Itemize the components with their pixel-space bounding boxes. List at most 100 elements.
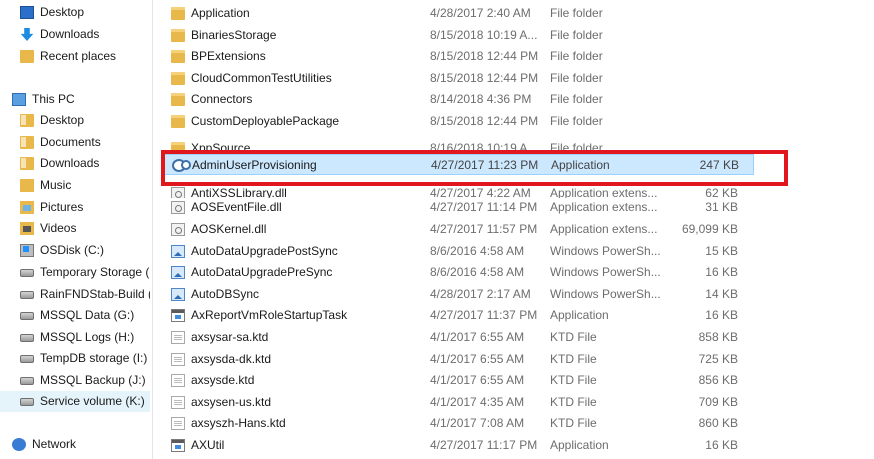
file-size: 62 KB bbox=[705, 186, 738, 198]
file-size: 709 KB bbox=[698, 395, 738, 409]
nav-item-music[interactable]: Music bbox=[0, 175, 150, 196]
nav-item-label: Documents bbox=[40, 135, 101, 149]
application-icon bbox=[171, 439, 185, 452]
file-date-modified: 8/15/2018 10:19 A... bbox=[430, 28, 538, 42]
nav-item-tempdb-storage-i[interactable]: TempDB storage (I:) bbox=[0, 348, 150, 369]
nav-item-videos[interactable]: Videos bbox=[0, 218, 150, 239]
nav-item-rainfndstab-build[interactable]: RainFNDStab-Build ( bbox=[0, 284, 150, 305]
file-row[interactable]: axsysar-sa.ktd 4/1/2017 6:55 AM KTD File 85… bbox=[164, 327, 754, 348]
file-row[interactable]: Connectors 8/14/2018 4:36 PM File folder bbox=[164, 89, 754, 110]
nav-item-this-pc[interactable]: This PC bbox=[0, 89, 150, 110]
file-name: XppSource bbox=[191, 141, 251, 153]
file-size: 14 KB bbox=[705, 287, 738, 301]
nav-item-label: Downloads bbox=[40, 156, 100, 170]
file-name: AOSKernel.dll bbox=[191, 222, 267, 236]
nav-item-label: Pictures bbox=[40, 200, 84, 214]
file-type: Windows PowerSh... bbox=[550, 265, 660, 279]
folder-icon bbox=[171, 72, 185, 85]
powershell-icon bbox=[171, 288, 185, 301]
nav-item-mssql-data-g[interactable]: MSSQL Data (G:) bbox=[0, 305, 150, 326]
file-name: CustomDeployablePackage bbox=[191, 114, 340, 128]
drive-icon bbox=[20, 377, 34, 385]
file-type: File folder bbox=[550, 141, 603, 153]
file-row[interactable]: AntiXSSLibrary.dll 4/27/2017 4:22 AM Appli… bbox=[164, 183, 754, 198]
nav-item-label: MSSQL Backup (J:) bbox=[40, 373, 146, 387]
file-row[interactable]: axsysde.ktd 4/1/2017 6:55 AM KTD File 856 K… bbox=[164, 370, 754, 391]
file-row[interactable]: BPExtensions 8/15/2018 12:44 PM File folde… bbox=[164, 46, 754, 67]
document-icon bbox=[171, 374, 185, 387]
file-date-modified: 8/15/2018 12:44 PM bbox=[430, 114, 539, 128]
folder-icon bbox=[171, 7, 185, 20]
folder-icon bbox=[171, 93, 185, 106]
file-name: axsysen-us.ktd bbox=[191, 395, 272, 409]
this-pc-icon bbox=[12, 93, 26, 106]
file-name: AxReportVmRoleStartupTask bbox=[191, 308, 348, 322]
nav-item-label: Desktop bbox=[40, 5, 85, 19]
nav-item-documents[interactable]: Documents bbox=[0, 132, 150, 153]
file-row[interactable]: AxReportVmRoleStartupTask 4/27/2017 11:37… bbox=[164, 305, 754, 326]
file-name: AXUtil bbox=[191, 438, 225, 452]
nav-item-pictures[interactable]: Pictures bbox=[0, 197, 150, 218]
file-row[interactable]: CustomDeployablePackage 8/15/2018 12:44 P… bbox=[164, 111, 754, 132]
file-row[interactable]: AOSKernel.dll 4/27/2017 11:57 PM Applicati… bbox=[164, 219, 754, 240]
pictures-icon bbox=[20, 201, 34, 214]
file-row[interactable]: XppSource 8/16/2018 10:19 A... File folder bbox=[164, 138, 754, 153]
file-row[interactable]: Application 4/28/2017 2:40 AM File folder bbox=[164, 3, 754, 24]
file-size: 16 KB bbox=[705, 438, 738, 452]
nav-item-label: Downloads bbox=[40, 27, 100, 41]
file-date-modified: 8/15/2018 12:44 PM bbox=[430, 71, 539, 85]
file-type: File folder bbox=[550, 28, 603, 42]
file-row[interactable]: axsysen-us.ktd 4/1/2017 4:35 AM KTD File 70… bbox=[164, 392, 754, 413]
file-row[interactable]: axsyszh-Hans.ktd 4/1/2017 7:08 AM KTD File… bbox=[164, 413, 754, 434]
nav-item-label: This PC bbox=[32, 92, 75, 106]
nav-item-mssql-backup-j[interactable]: MSSQL Backup (J:) bbox=[0, 370, 150, 391]
nav-item-downloads[interactable]: Downloads bbox=[0, 153, 150, 174]
drive-icon bbox=[20, 334, 34, 342]
file-name: axsyszh-Hans.ktd bbox=[191, 416, 286, 430]
nav-item-network[interactable]: Network bbox=[0, 434, 150, 455]
nav-item-label: MSSQL Logs (H:) bbox=[40, 330, 135, 344]
file-name: AutoDBSync bbox=[191, 287, 260, 301]
drive-icon bbox=[20, 291, 34, 299]
nav-item-desktop[interactable]: Desktop bbox=[0, 2, 150, 23]
nav-item-desktop[interactable]: Desktop bbox=[0, 110, 150, 131]
network-icon bbox=[12, 438, 26, 451]
file-date-modified: 4/27/2017 4:22 AM bbox=[430, 186, 531, 198]
nav-item-label: Videos bbox=[40, 221, 77, 235]
nav-item-recent-places[interactable]: Recent places bbox=[0, 46, 150, 67]
file-row[interactable]: AutoDBSync 4/28/2017 2:17 AM Windows Power… bbox=[164, 284, 754, 305]
file-row[interactable]: AXUtil 4/27/2017 11:17 PM Application 16 KB bbox=[164, 435, 754, 456]
file-row[interactable]: AOSEventFile.dll 4/27/2017 11:14 PM Applic… bbox=[164, 197, 754, 218]
file-type: Application extens... bbox=[550, 200, 658, 214]
nav-item-downloads[interactable]: Downloads bbox=[0, 24, 150, 45]
file-date-modified: 4/27/2017 11:17 PM bbox=[430, 438, 538, 452]
nav-item-temporary-storage[interactable]: Temporary Storage ( bbox=[0, 262, 150, 283]
file-row[interactable]: BinariesStorage 8/15/2018 10:19 A... File … bbox=[164, 25, 754, 46]
file-type: Application extens... bbox=[550, 222, 658, 236]
file-row[interactable]: axsysda-dk.ktd 4/1/2017 6:55 AM KTD File 72… bbox=[164, 349, 754, 370]
file-type: Windows PowerSh... bbox=[550, 287, 660, 301]
downloads-folder-icon bbox=[20, 157, 34, 170]
file-row[interactable]: AdminUserProvisioning 4/27/2017 11:23 PM A… bbox=[164, 154, 754, 175]
file-name: BinariesStorage bbox=[191, 28, 277, 42]
nav-item-mssql-logs-h[interactable]: MSSQL Logs (H:) bbox=[0, 327, 150, 348]
file-size: 16 KB bbox=[705, 308, 738, 322]
file-type: Application bbox=[551, 158, 610, 172]
file-date-modified: 4/1/2017 6:55 AM bbox=[430, 330, 525, 344]
file-name: axsysar-sa.ktd bbox=[191, 330, 269, 344]
file-date-modified: 8/6/2016 4:58 AM bbox=[430, 244, 525, 258]
file-date-modified: 4/27/2017 11:14 PM bbox=[430, 200, 538, 214]
file-row[interactable]: AutoDataUpgradePreSync 8/6/2016 4:58 AM Wi… bbox=[164, 262, 754, 283]
file-type: KTD File bbox=[550, 373, 597, 387]
file-row[interactable]: AutoDataUpgradePostSync 8/6/2016 4:58 AM W… bbox=[164, 241, 754, 262]
file-type: File folder bbox=[550, 6, 603, 20]
dll-icon bbox=[171, 201, 185, 214]
nav-item-label: RainFNDStab-Build ( bbox=[40, 287, 150, 301]
nav-item-service-volume-k[interactable]: Service volume (K:) bbox=[0, 391, 150, 412]
nav-item-osdisk-c[interactable]: OSDisk (C:) bbox=[0, 240, 150, 261]
file-row[interactable]: CloudCommonTestUtilities 8/15/2018 12:44 … bbox=[164, 68, 754, 89]
nav-item-label: Desktop bbox=[40, 113, 85, 127]
file-date-modified: 8/15/2018 12:44 PM bbox=[430, 49, 539, 63]
drive-icon bbox=[20, 269, 34, 277]
file-date-modified: 4/27/2017 11:37 PM bbox=[430, 308, 538, 322]
